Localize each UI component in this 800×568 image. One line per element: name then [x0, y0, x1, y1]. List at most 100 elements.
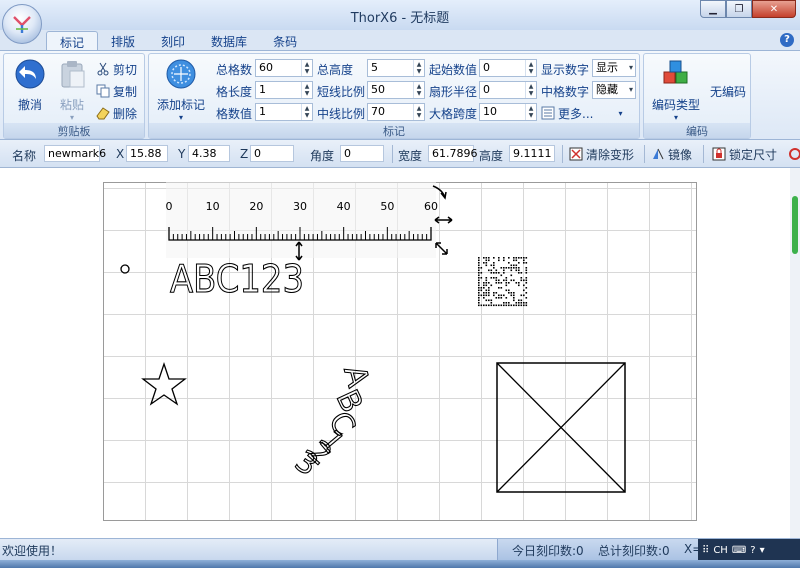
cell-length-input[interactable]: 1 ▲ ▼ — [255, 81, 313, 99]
mid-ratio-input[interactable]: 70 ▲ ▼ — [367, 103, 425, 121]
total-cells-input[interactable]: 60 ▲ ▼ — [255, 59, 313, 77]
total-height-input[interactable]: 5 ▲ ▼ — [367, 59, 425, 77]
barcode-dot — [500, 287, 503, 289]
barcode-dot — [478, 302, 480, 304]
overflow-tool-button[interactable] — [788, 145, 800, 163]
mirror-button[interactable]: 镜像 — [651, 145, 692, 163]
barcode-dot — [505, 304, 508, 307]
ribbon-tabs: 标记 排版 刻印 数据库 条码 — [46, 31, 310, 51]
tab-engrave[interactable]: 刻印 — [148, 31, 198, 51]
arc-text-object[interactable]: A B C 1 2 3 — [288, 361, 376, 483]
start-value-input[interactable]: 0 ▲ ▼ — [479, 59, 537, 77]
barcode-dot — [500, 274, 503, 277]
big-span-input[interactable]: 10 ▲ ▼ — [479, 103, 537, 121]
barcode-dot — [513, 299, 515, 302]
ruler-object[interactable]: 0 10 20 30 40 50 60 — [166, 182, 439, 258]
barcode-dot — [515, 302, 518, 304]
barcode-dot — [493, 257, 495, 259]
status-bar: 欢迎使用！ 今日刻印数:0 总计刻印数:0 X= ⠿ CH ⌨ ? ▾ — [0, 538, 800, 561]
application-menu-button[interactable] — [2, 4, 42, 44]
scrollbar-thumb[interactable] — [792, 196, 798, 254]
keyboard-icon[interactable]: ⌨ — [732, 545, 746, 556]
corner-resize-handle-icon[interactable] — [435, 242, 448, 255]
barcode-dot — [508, 267, 510, 269]
width-input[interactable]: 61.7896 — [428, 145, 478, 162]
z-input[interactable]: 0 — [250, 145, 294, 162]
minimize-button[interactable]: ▁ — [700, 0, 726, 18]
barcode-dot — [490, 302, 493, 304]
help-tray-icon[interactable]: ? — [750, 545, 755, 556]
maximize-button[interactable]: ❐ — [726, 0, 752, 18]
help-icon[interactable]: ? — [780, 33, 794, 47]
y-input[interactable]: 4.38 — [188, 145, 230, 162]
barcode-dot — [498, 297, 500, 299]
text-object-abc123[interactable]: ABC123 — [169, 256, 304, 301]
x-input[interactable]: 15.88 — [126, 145, 168, 162]
rectangle-cross-object[interactable] — [496, 362, 626, 493]
cut-button[interactable]: 剪切 — [96, 60, 137, 78]
tab-mark[interactable]: 标记 — [46, 31, 99, 51]
close-button[interactable]: ✕ — [752, 0, 796, 18]
barcode-dot — [478, 267, 480, 269]
barcode-dot — [498, 257, 500, 259]
clipboard-group: 撤消 粘贴 ▾ 剪切 复制 删除 剪贴板 — [3, 53, 145, 139]
height-input[interactable]: 9.1111 — [509, 145, 555, 162]
barcode-dot — [478, 269, 480, 272]
barcode-dot — [525, 277, 528, 279]
spinner-arrows-icon[interactable]: ▲ ▼ — [525, 104, 536, 120]
spinner-arrows-icon[interactable]: ▲ ▼ — [301, 82, 312, 98]
barcode-dot — [515, 282, 518, 284]
barcode-dot — [500, 282, 503, 284]
barcode-dot — [478, 304, 480, 307]
more-button[interactable]: 更多... ▾ — [541, 104, 622, 122]
angle-input[interactable]: 0 — [340, 145, 384, 162]
tab-database[interactable]: 数据库 — [198, 31, 260, 51]
barcode-dot — [510, 279, 513, 282]
menu-arrow-icon[interactable]: ▾ — [760, 545, 765, 556]
datamatrix-barcode-object[interactable] — [478, 257, 528, 307]
spinner-arrows-icon[interactable]: ▲ ▼ — [525, 82, 536, 98]
barcode-dot — [485, 284, 488, 287]
undo-button[interactable]: 撤消 — [10, 58, 50, 113]
spinner-arrows-icon[interactable]: ▲ ▼ — [301, 104, 312, 120]
barcode-dot — [515, 264, 518, 267]
mid-number-select[interactable]: 隐藏 ▾ — [592, 81, 636, 99]
cell-value-input[interactable]: 1 ▲ ▼ — [255, 103, 313, 121]
barcode-dot — [483, 297, 485, 299]
tab-barcode[interactable]: 条码 — [260, 31, 310, 51]
barcode-dot — [485, 262, 488, 264]
add-mark-button[interactable]: 添加标记 ▾ — [153, 58, 209, 122]
short-ratio-input[interactable]: 50 ▲ ▼ — [367, 81, 425, 99]
mirror-label: 镜像 — [668, 147, 693, 162]
lock-size-button[interactable]: 锁定尺寸 — [712, 145, 777, 163]
ime-indicator[interactable]: CH — [713, 545, 728, 556]
encode-type-button[interactable]: 编码类型 ▾ — [648, 58, 704, 122]
barcode-dot — [513, 304, 515, 307]
sector-radius-input[interactable]: 0 ▲ ▼ — [479, 81, 537, 99]
copy-button[interactable]: 复制 — [96, 82, 137, 100]
clear-transform-button[interactable]: 清除变形 — [569, 145, 634, 163]
barcode-dot — [480, 272, 483, 274]
show-number-select[interactable]: 显示 ▾ — [592, 59, 636, 77]
barcode-dot — [490, 264, 493, 267]
separator — [562, 145, 563, 163]
vertical-scrollbar[interactable] — [790, 168, 800, 538]
barcode-dot — [478, 259, 480, 262]
spinner-arrows-icon[interactable]: ▲ ▼ — [301, 60, 312, 76]
barcode-dot — [480, 287, 483, 289]
delete-button[interactable]: 删除 — [96, 104, 137, 122]
circle-object[interactable] — [120, 264, 130, 274]
star-object[interactable] — [141, 361, 187, 406]
spinner-arrows-icon[interactable]: ▲ ▼ — [413, 104, 424, 120]
name-input[interactable]: newmark6 — [44, 145, 106, 162]
barcode-dot — [525, 287, 528, 289]
tab-layout[interactable]: 排版 — [98, 31, 148, 51]
spinner-arrows-icon[interactable]: ▲ ▼ — [525, 60, 536, 76]
barcode-dot — [505, 282, 508, 284]
horizontal-resize-handle-icon[interactable] — [434, 216, 453, 224]
spinner-arrows-icon[interactable]: ▲ ▼ — [413, 60, 424, 76]
spinner-arrows-icon[interactable]: ▲ ▼ — [413, 82, 424, 98]
barcode-dot — [503, 269, 505, 272]
title-bar: ThorX6 - 无标题 ▁ ❐ ✕ — [0, 0, 800, 30]
paste-button[interactable]: 粘贴 ▾ — [54, 58, 90, 122]
